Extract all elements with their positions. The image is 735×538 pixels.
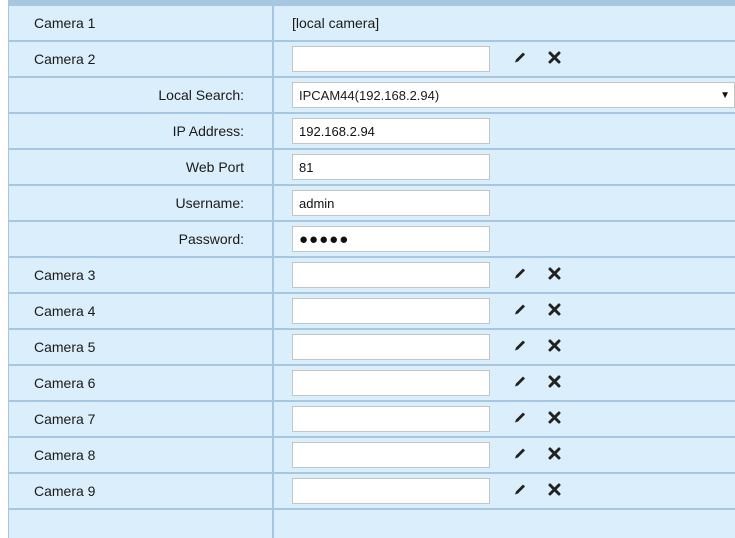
camera-3-label: Camera 3 [34, 267, 96, 283]
local-search-row: Local Search: IPCAM44(192.168.2.94) ▼ [8, 78, 735, 114]
camera-9-label: Camera 9 [34, 483, 96, 499]
camera-9-row: Camera 9 [8, 474, 735, 510]
web-port-label: Web Port [185, 159, 244, 175]
camera-5-close-x-icon[interactable] [548, 339, 561, 355]
camera-2-input[interactable] [292, 46, 490, 72]
local-search-selected: IPCAM44(192.168.2.94) [299, 87, 440, 103]
web-port-row: Web Port 81 [8, 150, 735, 186]
camera-5-pencil-icon[interactable] [513, 339, 527, 356]
camera-8-input[interactable] [292, 442, 490, 468]
camera-4-row: Camera 4 [8, 294, 735, 330]
camera-9-input[interactable] [292, 478, 490, 504]
camera-6-row: Camera 6 [8, 366, 735, 402]
camera-settings-panel: Camera 1 [local camera] Camera 2 Local S… [8, 0, 735, 538]
camera-1-label: Camera 1 [34, 15, 96, 31]
camera-2-label: Camera 2 [34, 51, 96, 67]
camera-5-label: Camera 5 [34, 339, 96, 355]
username-row: Username: admin [8, 186, 735, 222]
camera-7-close-x-icon[interactable] [548, 411, 561, 427]
camera-3-input[interactable] [292, 262, 490, 288]
camera-2-row: Camera 2 [8, 42, 735, 78]
camera-3-close-x-icon[interactable] [548, 267, 561, 283]
camera-3-pencil-icon[interactable] [513, 267, 527, 284]
camera-3-row: Camera 3 [8, 258, 735, 294]
camera-7-input[interactable] [292, 406, 490, 432]
panel-left-border [8, 0, 9, 538]
camera-8-close-x-icon[interactable] [548, 447, 561, 463]
camera-6-input[interactable] [292, 370, 490, 396]
password-input[interactable]: ●●●●● [292, 226, 490, 252]
camera-7-pencil-icon[interactable] [513, 411, 527, 428]
camera-8-pencil-icon[interactable] [513, 447, 527, 464]
username-label: Username: [175, 195, 244, 211]
camera-4-pencil-icon[interactable] [513, 303, 527, 320]
camera-5-row: Camera 5 [8, 330, 735, 366]
local-search-select[interactable]: IPCAM44(192.168.2.94) ▼ [292, 82, 735, 108]
web-port-input[interactable]: 81 [292, 154, 490, 180]
camera-4-close-x-icon[interactable] [548, 303, 561, 319]
camera-6-label: Camera 6 [34, 375, 96, 391]
camera-9-pencil-icon[interactable] [513, 483, 527, 500]
dropdown-caret-icon: ▼ [720, 89, 730, 101]
local-search-label: Local Search: [158, 87, 244, 103]
camera-9-close-x-icon[interactable] [548, 483, 561, 499]
ip-address-row: IP Address: 192.168.2.94 [8, 114, 735, 150]
camera-8-label: Camera 8 [34, 447, 96, 463]
camera-1-value: [local camera] [292, 15, 380, 31]
camera-4-input[interactable] [292, 298, 490, 324]
camera-4-label: Camera 4 [34, 303, 96, 319]
camera-2-close-x-icon[interactable] [548, 51, 561, 67]
username-input[interactable]: admin [292, 190, 490, 216]
ip-address-label: IP Address: [172, 123, 244, 139]
ip-address-input[interactable]: 192.168.2.94 [292, 118, 490, 144]
camera-6-pencil-icon[interactable] [513, 375, 527, 392]
camera-6-close-x-icon[interactable] [548, 375, 561, 391]
password-label: Password: [178, 231, 244, 247]
camera-1-row: Camera 1 [local camera] [8, 6, 735, 42]
camera-8-row: Camera 8 [8, 438, 735, 474]
camera-7-label: Camera 7 [34, 411, 96, 427]
camera-7-row: Camera 7 [8, 402, 735, 438]
password-row: Password: ●●●●● [8, 222, 735, 258]
camera-2-pencil-icon[interactable] [513, 51, 527, 68]
camera-5-input[interactable] [292, 334, 490, 360]
